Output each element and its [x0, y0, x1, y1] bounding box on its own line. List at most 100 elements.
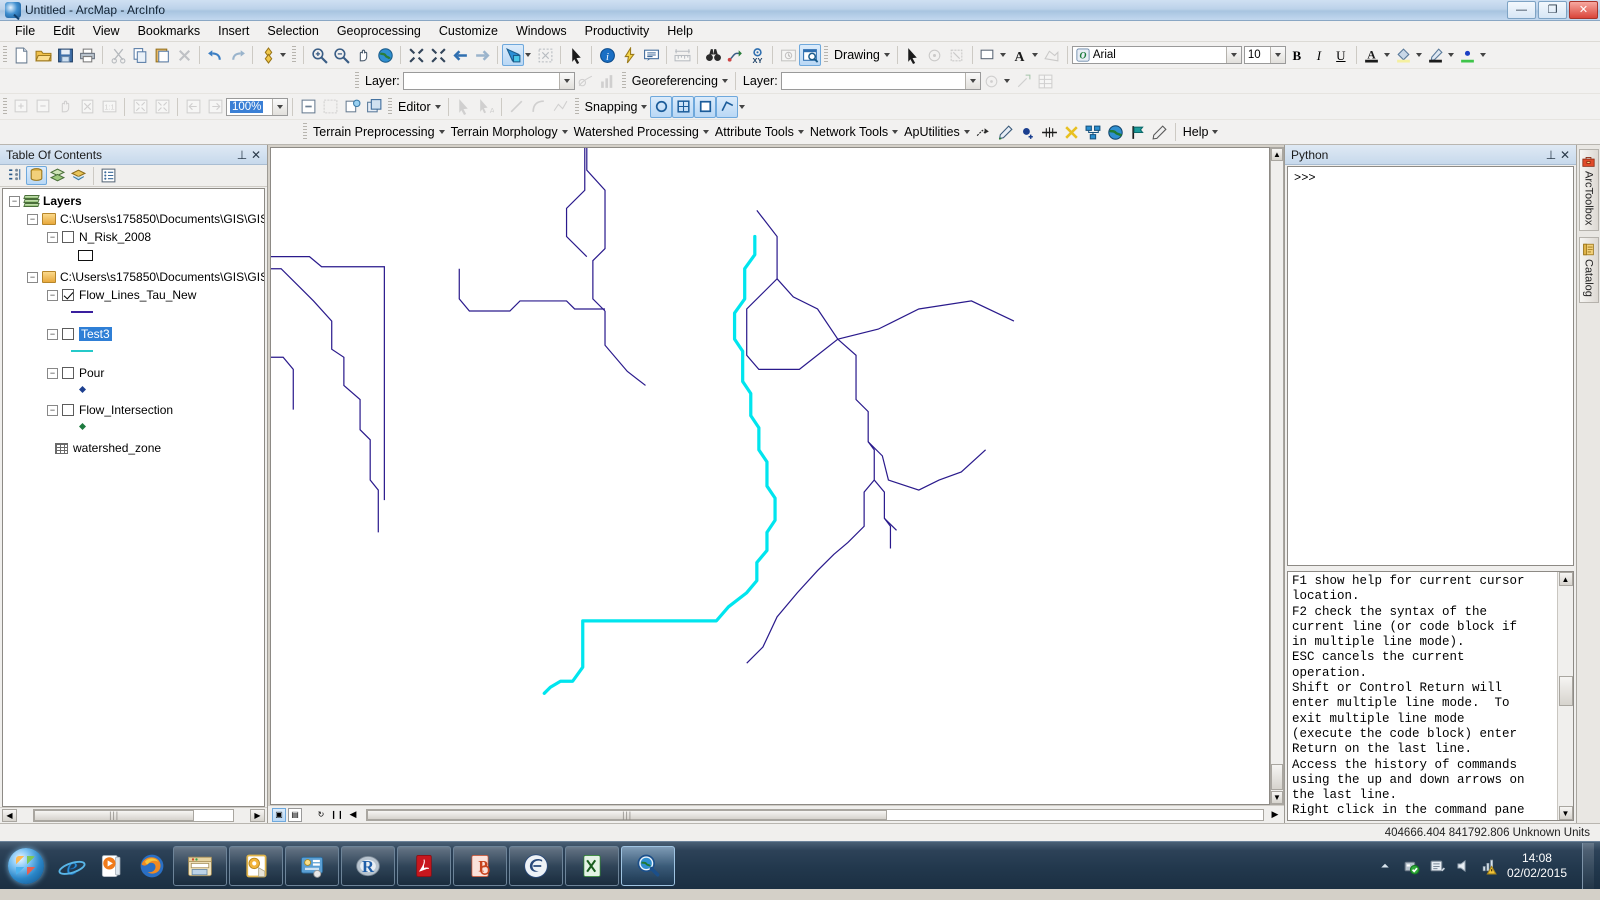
text-color-dropdown-icon[interactable] [1383, 53, 1390, 57]
select-features-dropdown-icon[interactable] [525, 53, 531, 57]
fixed-zoom-in-page-icon[interactable] [129, 96, 151, 118]
catalog-tab[interactable]: Catalog [1578, 237, 1599, 304]
cut-icon[interactable] [107, 44, 129, 66]
georef-layer-dropdown-icon[interactable] [964, 73, 980, 89]
show-desktop-button[interactable] [1582, 843, 1594, 889]
georef-layer-combo[interactable] [780, 72, 981, 90]
expand-toggle-icon[interactable]: − [47, 367, 58, 379]
internet-explorer-icon[interactable]: e [52, 846, 92, 886]
change-layout-icon[interactable] [341, 96, 363, 118]
page-back-icon[interactable] [182, 96, 204, 118]
layer-visibility-checkbox[interactable] [62, 404, 74, 416]
flag-icon[interactable] [1127, 121, 1149, 143]
menu-bookmarks[interactable]: Bookmarks [129, 22, 210, 40]
snapping-menu-label[interactable]: Snapping [582, 100, 641, 114]
toc-layer-flow-lines-tau-new[interactable]: − Flow_Lines_Tau_New [3, 286, 264, 304]
redo-icon[interactable] [226, 44, 248, 66]
archydro-help-label[interactable]: Help [1180, 125, 1212, 139]
bold-button[interactable]: B [1286, 44, 1308, 66]
aputilities-menu[interactable]: ApUtilities [901, 125, 963, 139]
go-to-xy-icon[interactable]: XY [746, 44, 768, 66]
terrain-preprocessing-menu[interactable]: Terrain Preprocessing [310, 125, 438, 139]
expand-toggle-icon[interactable]: − [47, 289, 58, 301]
network-icon[interactable] [1429, 858, 1446, 875]
show-hidden-icons-icon[interactable] [1377, 858, 1394, 875]
pencil-icon[interactable] [1149, 121, 1171, 143]
flow-path-icon[interactable] [1039, 121, 1061, 143]
font-family-dropdown-icon[interactable] [1225, 47, 1241, 63]
pause-drawing-button[interactable]: ❙❙ [330, 808, 344, 822]
globe-icon[interactable] [1105, 121, 1127, 143]
clear-selection-icon[interactable] [534, 44, 556, 66]
time-slider-icon[interactable] [777, 44, 799, 66]
copy-icon[interactable] [129, 44, 151, 66]
line-color-dropdown-icon[interactable] [1447, 53, 1454, 57]
menu-insert[interactable]: Insert [209, 22, 258, 40]
undo-icon[interactable] [204, 44, 226, 66]
delete-icon[interactable] [173, 44, 195, 66]
close-button[interactable]: ✕ [1569, 1, 1598, 19]
snapping-dropdown-icon[interactable] [641, 104, 648, 109]
toc-folder-2[interactable]: − C:\Users\s175850\Documents\GIS\GIS_ [3, 268, 264, 286]
scroll-up-arrow-icon[interactable]: ▲ [1558, 572, 1573, 586]
r-statistics-taskbar-button[interactable]: R [341, 845, 395, 886]
list-by-drawing-order-icon[interactable] [5, 166, 26, 185]
python-help-scrollbar[interactable]: ▲ ▼ [1557, 572, 1573, 820]
zoom-whole-page-icon[interactable] [76, 96, 98, 118]
editor-menu-label[interactable]: Editor [395, 100, 434, 114]
page-zoom-combo[interactable]: 100% [226, 97, 288, 116]
expand-toggle-icon[interactable]: − [27, 271, 38, 283]
data-view-button[interactable]: ▣ [272, 807, 286, 822]
map-scroll-left-arrow-icon[interactable]: ◀ [346, 808, 360, 822]
create-viewer-window-icon[interactable] [799, 44, 821, 66]
drawing-toolbar-label[interactable]: Drawing [831, 48, 883, 62]
fill-bucket-icon[interactable] [1393, 44, 1415, 66]
map-vertical-scrollbar[interactable]: ▲ ▼ [1270, 147, 1284, 805]
add-data-icon[interactable] [257, 44, 279, 66]
italic-button[interactable]: I [1308, 44, 1330, 66]
draw-rotate-icon[interactable] [946, 44, 968, 66]
python-help-scroll-thumb[interactable] [1558, 676, 1573, 706]
list-by-selection-icon[interactable] [68, 166, 89, 185]
toc-label-test3[interactable]: Test3 [79, 327, 112, 341]
layout-zoom-out-icon[interactable] [32, 96, 54, 118]
toggle-draft-mode-icon[interactable] [297, 96, 319, 118]
menu-edit[interactable]: Edit [44, 22, 84, 40]
toc-layer-test3[interactable]: − Test3 [3, 325, 264, 343]
html-popup-icon[interactable] [640, 44, 662, 66]
line-color-pen-icon[interactable] [1425, 44, 1447, 66]
toc-layer-flow-intersection[interactable]: − Flow_Intersection [3, 401, 264, 419]
edit-annotation-icon[interactable]: A [475, 96, 497, 118]
outlook-taskbar-button[interactable] [229, 845, 283, 886]
straight-segment-icon[interactable] [506, 96, 528, 118]
new-document-icon[interactable] [10, 44, 32, 66]
toc-pin-icon[interactable]: ⊥ [235, 148, 249, 162]
full-extent-globe-icon[interactable] [374, 44, 396, 66]
page-forward-icon[interactable] [204, 96, 226, 118]
list-by-source-icon[interactable] [26, 166, 47, 185]
toolbar-grip[interactable] [574, 97, 579, 116]
taskbar-clock[interactable]: 14:08 02/02/2015 [1507, 851, 1567, 881]
drawing-dropdown-icon[interactable] [883, 53, 890, 57]
page-zoom-dropdown-icon[interactable] [272, 98, 287, 115]
terrain-morphology-dropdown-icon[interactable] [561, 130, 568, 134]
maximize-button[interactable]: ❐ [1538, 1, 1567, 19]
view-link-table-icon[interactable] [1035, 70, 1057, 92]
windows-media-player-icon[interactable] [92, 846, 132, 886]
terrain-morphology-menu[interactable]: Terrain Morphology [448, 125, 561, 139]
toolbar-grip[interactable] [303, 123, 307, 141]
measure-icon[interactable] [671, 44, 693, 66]
open-folder-icon[interactable] [32, 44, 54, 66]
save-icon[interactable] [54, 44, 76, 66]
point-snapping-icon[interactable] [650, 95, 673, 118]
draw-edit-vertices-icon[interactable] [924, 44, 946, 66]
menu-view[interactable]: View [84, 22, 129, 40]
menu-geoprocessing[interactable]: Geoprocessing [328, 22, 430, 40]
expand-toggle-icon[interactable]: − [9, 195, 20, 207]
toc-options-icon[interactable] [98, 166, 119, 185]
find-route-icon[interactable] [724, 44, 746, 66]
toolbar-grip[interactable] [824, 46, 828, 64]
add-data-dropdown-icon[interactable] [280, 53, 286, 57]
fill-color-icon[interactable] [977, 44, 999, 66]
expand-toggle-icon[interactable]: − [27, 213, 38, 225]
